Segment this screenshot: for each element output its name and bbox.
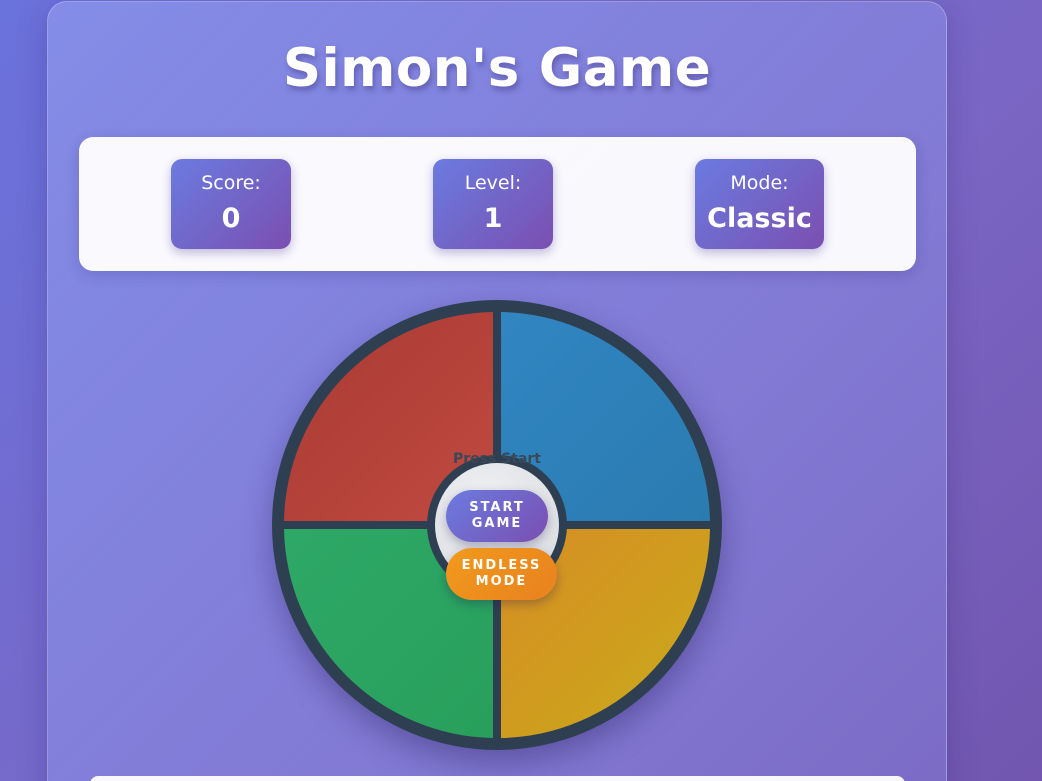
level-label: Level:: [464, 172, 522, 194]
level-card: Level: 1: [433, 159, 553, 249]
start-game-button[interactable]: START GAME: [446, 490, 548, 542]
stats-bar: Score: 0 Level: 1 Mode: Classic: [79, 137, 916, 271]
score-value: 0: [221, 203, 241, 234]
score-card: Score: 0: [171, 159, 291, 249]
mode-value: Classic: [707, 203, 812, 234]
mode-label: Mode:: [730, 172, 789, 194]
page-title: Simon's Game: [282, 38, 712, 99]
bottom-panel-edge: [90, 776, 905, 781]
status-text: Press Start: [452, 451, 542, 467]
score-label: Score:: [201, 172, 261, 194]
endless-mode-button[interactable]: ENDLESS MODE: [446, 548, 557, 600]
mode-card: Mode: Classic: [695, 159, 824, 249]
level-value: 1: [483, 203, 503, 234]
